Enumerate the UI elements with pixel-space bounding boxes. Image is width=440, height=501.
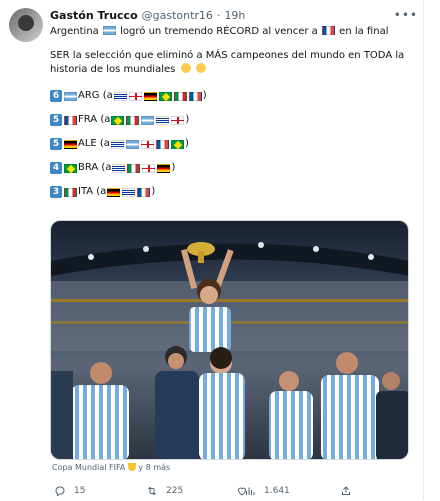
close-paren: )	[171, 162, 176, 173]
tweet-header: Gastón Trucco @gastontr16 · 19h	[50, 8, 412, 23]
views-count: 1.641	[264, 486, 290, 496]
keycap-4-icon: 4	[50, 162, 62, 174]
text-paragraph-2: SER la selección que eliminó a MÁS campe…	[50, 50, 405, 75]
tweet-paragraph-2: SER la selección que eliminó a MÁS campe…	[50, 49, 412, 77]
stadium-celebration-photo	[51, 221, 408, 459]
argentina-flag-icon	[64, 91, 77, 101]
text-argentina: Argentina	[50, 26, 99, 37]
france-flag-icon	[137, 187, 151, 197]
uruguay-flag-icon	[112, 163, 126, 173]
retweet-icon	[148, 486, 156, 496]
france-flag-icon	[188, 91, 202, 101]
france-flag-icon	[321, 26, 335, 35]
author-handle[interactable]: @gastontr16	[142, 8, 213, 23]
tweet-line-1: Argentina logró un tremendo RÉCORD al ve…	[50, 25, 412, 39]
argentina-flag-icon	[141, 115, 155, 125]
france-flag-icon	[64, 115, 77, 125]
stat-line-arg: 6 ARG (a )	[50, 89, 412, 103]
team-label: ITA (a	[78, 186, 107, 197]
italy-flag-icon	[127, 163, 141, 173]
tweet-photo[interactable]	[50, 220, 409, 460]
stat-line-bra: 4 BRA (a )	[50, 161, 412, 175]
germany-flag-icon	[157, 163, 171, 173]
brazil-flag-icon	[170, 139, 184, 149]
close-paren: )	[185, 114, 190, 125]
uruguay-flag-icon	[122, 187, 136, 197]
brazil-flag-icon	[111, 115, 125, 125]
italy-flag-icon	[173, 91, 187, 101]
author-name[interactable]: Gastón Trucco	[50, 8, 138, 23]
timestamp[interactable]: 19h	[224, 8, 245, 23]
reply-icon	[55, 486, 65, 497]
stat-line-ita: 3 ITA (a )	[50, 185, 412, 199]
views-icon	[246, 487, 255, 495]
media-caption[interactable]: Copa Mundial FIFA y 8 más	[52, 463, 170, 472]
tweet-content: Gastón Trucco @gastontr16 · 19h ••• Arge…	[50, 8, 417, 497]
astonished-face-icon	[180, 63, 191, 73]
keycap-5-icon: 5	[50, 114, 62, 126]
italy-flag-icon	[126, 115, 140, 125]
avatar[interactable]	[9, 8, 43, 42]
team-label: BRA (a	[78, 162, 112, 173]
uruguay-flag-icon	[110, 139, 124, 149]
germany-flag-icon	[107, 187, 121, 197]
views-button[interactable]: 1.641	[244, 485, 290, 497]
reply-button[interactable]: 15	[54, 485, 85, 497]
team-label: ALE (a	[78, 138, 110, 149]
germany-flag-icon	[64, 139, 77, 149]
england-flag-icon	[142, 163, 156, 173]
more-icon[interactable]: •••	[394, 8, 418, 22]
caption-text: Copa Mundial FIFA	[52, 463, 126, 472]
text-final: en la final	[339, 26, 389, 37]
stat-line-fra: 5 FRA (a )	[50, 113, 412, 127]
trophy-icon	[127, 463, 136, 471]
brazil-flag-icon	[64, 163, 77, 173]
share-button[interactable]	[340, 485, 360, 497]
france-flag-icon	[155, 139, 169, 149]
close-paren: )	[202, 90, 207, 101]
share-icon	[342, 486, 350, 495]
separator: ·	[216, 9, 221, 22]
italy-flag-icon	[64, 187, 77, 197]
brazil-flag-icon	[158, 91, 172, 101]
caption-suffix: y 8 más	[138, 463, 171, 472]
retweet-button[interactable]: 225	[146, 485, 183, 497]
retweet-count: 225	[166, 486, 184, 496]
stat-line-ale: 5 ALE (a )	[50, 137, 412, 151]
uruguay-flag-icon	[113, 91, 127, 101]
astonished-face-icon	[195, 63, 206, 73]
argentina-flag-icon	[102, 26, 116, 35]
close-paren: )	[184, 138, 189, 149]
keycap-6-icon: 6	[50, 90, 62, 102]
team-label: ARG (a	[78, 90, 113, 101]
germany-flag-icon	[143, 91, 157, 101]
text-record: logró un tremendo RÉCORD al vencer a	[120, 26, 318, 37]
keycap-5-icon: 5	[50, 138, 62, 150]
close-paren: )	[151, 186, 156, 197]
team-label: FRA (a	[78, 114, 111, 125]
tweet-card[interactable]: Gastón Trucco @gastontr16 · 19h ••• Arge…	[0, 0, 424, 500]
england-flag-icon	[128, 91, 142, 101]
reply-count: 15	[74, 486, 86, 496]
uruguay-flag-icon	[156, 115, 170, 125]
argentina-flag-icon	[125, 139, 139, 149]
keycap-3-icon: 3	[50, 186, 62, 198]
tweet-actions: 15 225 1.641	[50, 485, 412, 501]
england-flag-icon	[140, 139, 154, 149]
england-flag-icon	[171, 115, 185, 125]
